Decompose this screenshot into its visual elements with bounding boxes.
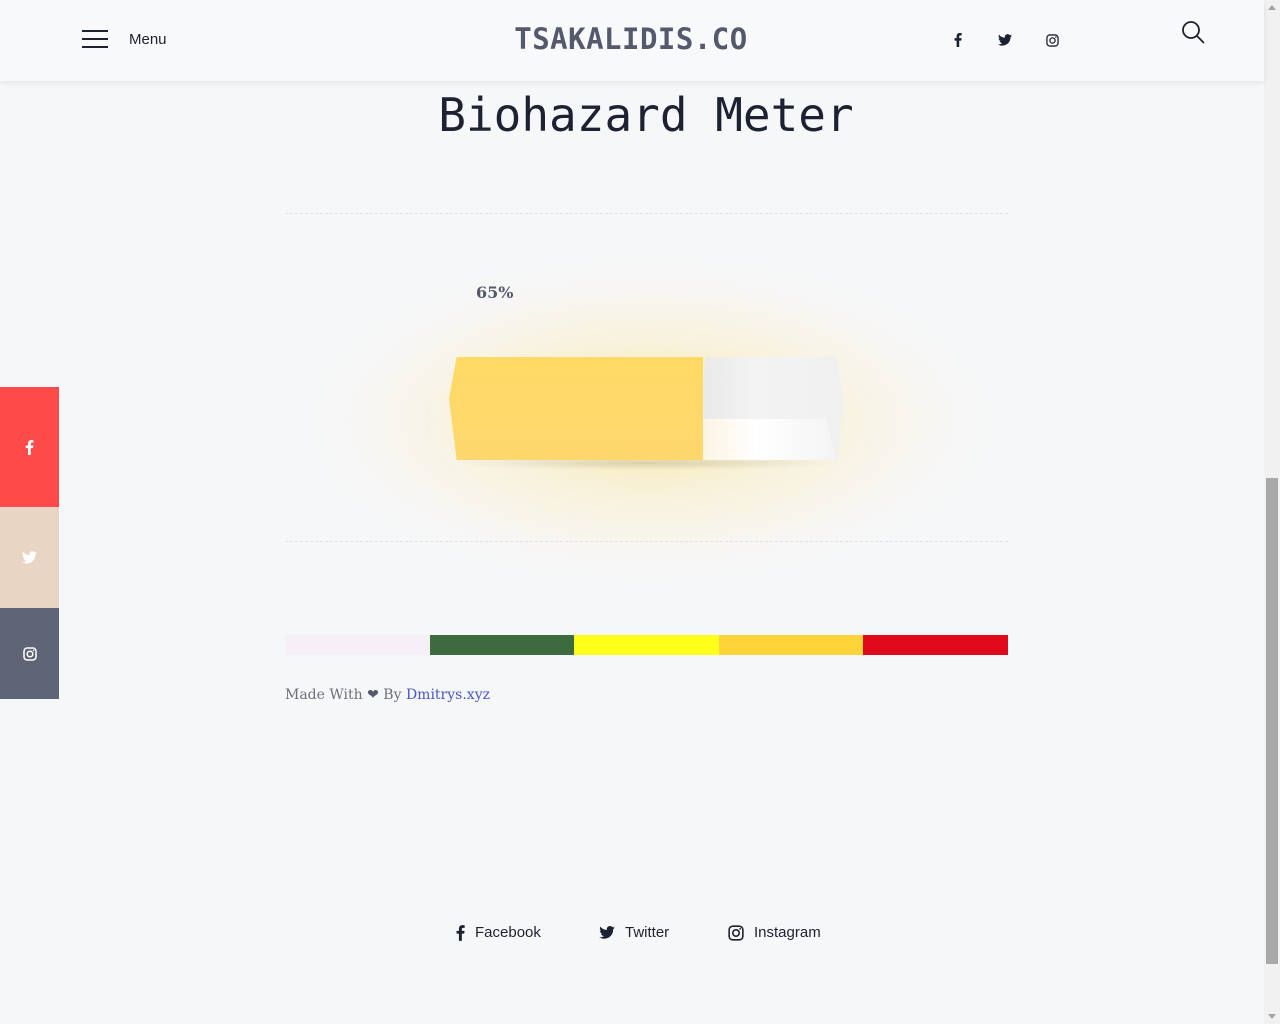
header-instagram-icon[interactable] [1042,30,1062,50]
scale-segment [863,635,1008,655]
side-facebook-button[interactable] [0,387,59,507]
divider-bottom [285,541,1008,542]
credit-by: By [383,687,402,703]
scale-segment [574,635,719,655]
meter-percent-label: 65% [476,283,514,302]
instagram-icon [728,924,744,941]
page-title: Biohazard Meter [438,88,854,142]
scroll-down-arrow-icon[interactable] [1268,1014,1276,1019]
page-scrollbar[interactable] [1264,0,1280,1024]
divider-top [285,213,1008,214]
side-instagram-button[interactable] [0,608,59,699]
footer-twitter-link[interactable]: Twitter [599,924,669,941]
twitter-icon [599,926,615,939]
scroll-up-arrow-icon[interactable] [1268,5,1276,10]
footer-facebook-label: Facebook [475,924,541,941]
footer-instagram-link[interactable]: Instagram [728,924,821,941]
twitter-icon [22,551,37,564]
hamburger-menu-icon[interactable] [82,30,108,50]
menu-label[interactable]: Menu [129,31,167,48]
footer-facebook-link[interactable]: Facebook [456,924,541,941]
site-header: Menu TSAKALIDIS.CO [0,0,1264,81]
facebook-icon [456,924,465,941]
meter-track-floor [702,419,836,460]
instagram-icon [22,646,37,661]
scale-segment [285,635,430,655]
scale-segment [718,635,864,655]
footer-instagram-label: Instagram [754,924,821,941]
site-brand[interactable]: TSAKALIDIS.CO [460,22,802,56]
footer-twitter-label: Twitter [625,924,670,941]
facebook-icon [25,439,34,455]
search-icon[interactable] [1181,20,1205,44]
heart-icon: ❤ [367,687,379,703]
credit-line: Made With ❤ By Dmitrys.xyz [285,687,490,703]
credit-link[interactable]: Dmitrys.xyz [406,687,490,703]
scrollbar-thumb[interactable] [1266,478,1278,964]
credit-prefix: Made With [285,687,363,703]
scale-segment [429,635,575,655]
header-facebook-icon[interactable] [948,30,968,50]
hazard-color-scale [285,635,1008,655]
meter-fill [449,357,703,460]
header-twitter-icon[interactable] [995,30,1015,50]
side-twitter-button[interactable] [0,507,59,608]
